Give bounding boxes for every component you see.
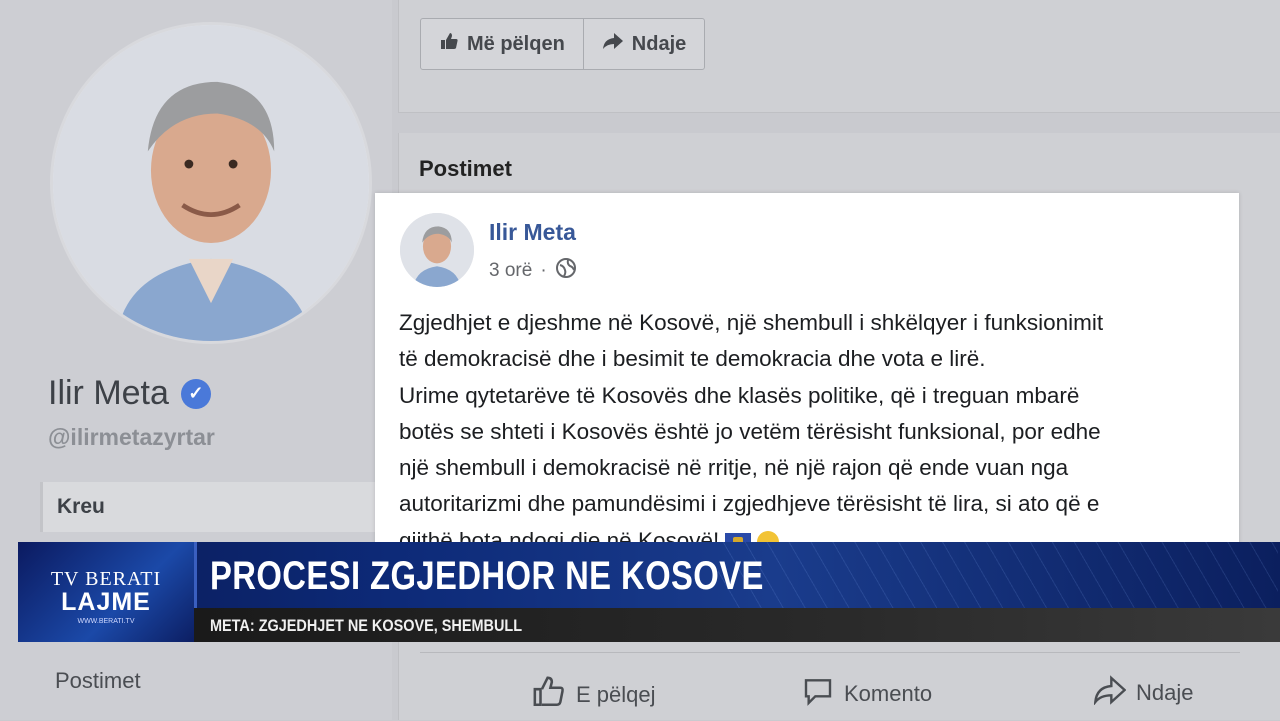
profile-avatar[interactable]	[50, 22, 372, 344]
comment-bubble-icon	[802, 675, 834, 713]
post-body: Zgjedhjet e djeshme në Kosovë, një shemb…	[399, 310, 1104, 553]
comment-button[interactable]: Komento	[802, 675, 932, 713]
share-arrow-outline-icon	[1093, 675, 1127, 711]
sidebar-item-posts[interactable]: Postimet	[55, 668, 141, 694]
thumbs-up-outline-icon	[532, 675, 566, 715]
post-timestamp[interactable]: 3 orë	[489, 260, 532, 282]
profile-name: Ilir Meta ✓	[48, 374, 211, 413]
post-author-name[interactable]: Ilir Meta	[489, 219, 576, 246]
meta-separator: ·	[540, 260, 547, 281]
post-card: Ilir Meta 3 orë · Zgjedhjet e djeshme në…	[375, 193, 1239, 553]
news-headline: PROCESI ZGJEDHOR NE KOSOVE	[210, 554, 764, 598]
like-page-label: Më pëlqen	[467, 32, 565, 55]
sidebar-item-home[interactable]: Kreu	[40, 482, 392, 532]
share-button[interactable]: Ndaje	[1093, 675, 1194, 711]
profile-handle: @ilirmetazyrtar	[48, 424, 215, 450]
news-ticker-banner: TV BERATI LAJME WWW.BERATI.TV PROCESI ZG…	[18, 542, 1280, 642]
verified-badge-icon: ✓	[180, 378, 211, 409]
thumbs-up-icon	[439, 31, 459, 57]
posts-section-title: Postimet	[419, 156, 512, 181]
share-label: Ndaje	[1136, 680, 1194, 705]
logo-line-2: LAJME	[61, 588, 151, 616]
post-body-text: Zgjedhjet e djeshme në Kosovë, një shemb…	[399, 305, 1239, 553]
subheadline-strip: META: ZGJEDHJET NE KOSOVE, SHEMBULL	[194, 608, 1280, 642]
like-button[interactable]: E pëlqej	[532, 675, 656, 715]
like-label: E pëlqej	[576, 682, 656, 707]
globe-icon	[555, 257, 577, 285]
post-meta: 3 orë ·	[489, 257, 577, 285]
share-page-button[interactable]: Ndaje	[582, 19, 704, 69]
banner-texture	[718, 542, 1278, 608]
profile-photo	[53, 25, 369, 341]
page-actions: Më pëlqen Ndaje	[420, 18, 706, 70]
logo-url: WWW.BERATI.TV	[77, 618, 135, 625]
news-subheadline: META: ZGJEDHJET NE KOSOVE, SHEMBULL	[210, 616, 523, 635]
author-photo	[400, 213, 474, 287]
comment-label: Komento	[844, 681, 933, 706]
share-arrow-icon	[602, 31, 624, 57]
share-page-label: Ndaje	[631, 32, 687, 55]
post-author-avatar[interactable]	[400, 213, 474, 287]
post-action-bar: E pëlqej Komento Ndaje	[420, 652, 1240, 721]
profile-name-text: Ilir Meta	[48, 374, 169, 412]
channel-logo: TV BERATI LAJME WWW.BERATI.TV	[18, 542, 194, 642]
like-page-button[interactable]: Më pëlqen	[421, 19, 583, 69]
